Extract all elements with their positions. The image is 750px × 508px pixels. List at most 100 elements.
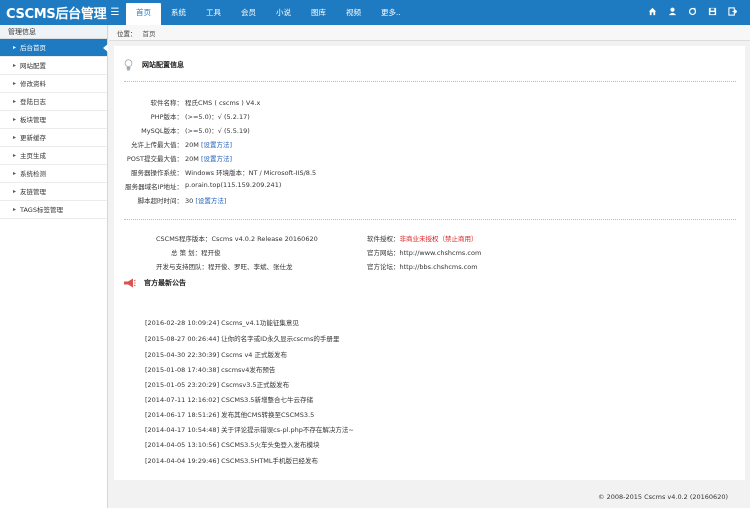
credit-devs: 开发与支持团队：程开俊、罗旺、李斌、张仕龙	[156, 261, 293, 271]
sidebar-item-label: 系统检测	[20, 170, 46, 178]
top-icons	[647, 0, 738, 25]
sidebar-item-label: 网站配置	[20, 62, 46, 70]
info-label: 脚本超时时间：	[137, 197, 184, 205]
chevron-right-icon: ▸	[13, 152, 17, 159]
news-item[interactable]: [2014-04-17 10:54:48] 关于评论提示错误cs-pl.php不…	[145, 424, 354, 434]
main-panel: 网站配置信息 软件名称： 程氏CMS ( cscms ) V4.x PHP版本：…	[114, 46, 745, 480]
sidebar-item-cache[interactable]: ▸ 更新缓存	[0, 129, 107, 147]
news-item[interactable]: [2015-08-27 00:26:44] 让你的名字或ID永久显示cscms的…	[145, 333, 339, 343]
lightbulb-icon	[124, 59, 133, 71]
info-label: MySQL版本：	[141, 127, 183, 135]
nav-home[interactable]: 首页	[126, 3, 161, 25]
exit-icon[interactable]	[727, 7, 738, 18]
chevron-right-icon: ▸	[13, 98, 17, 105]
credit-license: 软件授权：非商业未授权（禁止商用）	[367, 233, 478, 243]
news-item[interactable]: [2015-01-05 23:20:29] Cscmsv3.5正式版发布	[145, 379, 289, 389]
credit-label: 官方论坛：	[367, 263, 400, 271]
info-value-wrap: 20M [设置方法]	[185, 153, 232, 163]
top-nav: 首页 系统 工具 会员 小说 图库 视频 更多..	[126, 0, 411, 25]
sidebar-item-label: 友链管理	[20, 188, 46, 196]
news-item[interactable]: [2015-01-08 17:40:38] cscmsv4发布预告	[145, 364, 275, 374]
sidebar-item-dashboard[interactable]: ▸ 后台首页	[0, 39, 108, 57]
news-item[interactable]: [2014-07-11 12:16:02] CSCMS3.5新增整合七牛云存储	[145, 394, 313, 404]
credit-label: 官方网站：	[367, 249, 400, 257]
sidebar-item-login-log[interactable]: ▸ 登陆日志	[0, 93, 107, 111]
breadcrumb-label: 位置：	[117, 29, 137, 38]
info-row-software: 软件名称： 程氏CMS ( cscms ) V4.x	[114, 97, 514, 109]
chevron-right-icon: ▸	[13, 80, 17, 87]
news-item[interactable]: [2016-02-28 10:09:24] Cscms_v4.1功能征集意见	[145, 317, 299, 327]
info-row-os: 服务器操作系统： Windows 环境版本：NT / Microsoft-IIS…	[114, 167, 514, 179]
credit-value: 程开俊、罗旺、李斌、张仕龙	[208, 263, 293, 271]
license-status: 非商业未授权（禁止商用）	[399, 235, 478, 243]
credit-label: 开发与支持团队：	[156, 263, 208, 271]
sidebar-item-tags[interactable]: ▸ TAGS标签管理	[0, 201, 107, 219]
sidebar-item-label: 主页生成	[20, 152, 46, 160]
nav-system[interactable]: 系统	[161, 0, 196, 25]
info-value-wrap: 20M [设置方法]	[185, 139, 232, 149]
info-label: 软件名称：	[150, 99, 184, 107]
refresh-icon[interactable]	[687, 7, 698, 18]
nav-more[interactable]: 更多..	[371, 0, 411, 25]
footer-copyright: © 2008-2015 Cscms v4.0.2 (20160620)	[598, 493, 728, 501]
sidebar-item-label: 后台首页	[20, 44, 46, 52]
user-icon[interactable]	[667, 7, 678, 18]
settings-help-link[interactable]: [设置方法]	[195, 197, 226, 205]
sidebar-item-system-check[interactable]: ▸ 系统检测	[0, 165, 107, 183]
news-item[interactable]: [2014-04-04 19:29:46] CSCMS3.5HTML手机版已经发…	[145, 455, 318, 465]
home-icon[interactable]	[647, 7, 658, 18]
chevron-right-icon: ▸	[13, 170, 17, 177]
nav-video[interactable]: 视频	[336, 0, 371, 25]
info-value-wrap: 30 [设置方法]	[185, 195, 226, 205]
nav-tools[interactable]: 工具	[196, 0, 231, 25]
credit-label: 软件授权：	[367, 235, 400, 243]
top-bar: CSCMS后台管理 ☰ 首页 系统 工具 会员 小说 图库 视频 更多..	[0, 0, 750, 25]
official-forum-link[interactable]: http://bbs.chshcms.com	[400, 263, 478, 271]
chevron-right-icon: ▸	[13, 116, 17, 123]
sidebar-item-homepage-gen[interactable]: ▸ 主页生成	[0, 147, 107, 165]
news-item[interactable]: [2015-04-30 22:30:39] Cscms v4 正式版发布	[145, 349, 287, 359]
divider	[124, 81, 736, 82]
settings-help-link[interactable]: [设置方法]	[201, 155, 232, 163]
info-row-domain-ip: 服务器域名IP地址： p.orain.top(115.159.209.241)	[114, 181, 514, 193]
info-row-php: PHP版本： (>=5.0)：√ (5.2.17)	[114, 111, 514, 123]
credit-planner: 总 策 划：程开俊	[171, 247, 221, 257]
sidebar-item-links[interactable]: ▸ 友链管理	[0, 183, 107, 201]
sidebar-item-label: 板块管理	[20, 116, 46, 124]
credit-label: CSCMS程序版本：	[156, 235, 212, 243]
info-label: PHP版本：	[150, 113, 183, 121]
sidebar-item-label: TAGS标签管理	[20, 206, 63, 214]
credit-site: 官方网站：http://www.chshcms.com	[367, 247, 481, 257]
site-info-heading: 网站配置信息	[124, 59, 184, 71]
info-value: 30	[185, 197, 194, 205]
news-heading: 官方最新公告	[123, 278, 186, 288]
nav-novels[interactable]: 小说	[266, 0, 301, 25]
info-value: (>=5.0)：√ (5.2.17)	[185, 113, 250, 121]
news-item[interactable]: [2014-06-17 18:51:26] 发布其他CMS转换至CSCMS3.5	[145, 409, 314, 419]
breadcrumb-current[interactable]: 首页	[143, 28, 156, 38]
divider	[124, 219, 736, 220]
info-value: 20M	[185, 155, 199, 163]
info-row-upload-max: 允许上传最大值： 20M [设置方法]	[114, 139, 514, 151]
site-info-title: 网站配置信息	[142, 61, 184, 69]
info-row-timeout: 脚本超时时间： 30 [设置方法]	[114, 195, 514, 207]
nav-members[interactable]: 会员	[231, 0, 266, 25]
info-value: p.orain.top(115.159.209.241)	[185, 181, 282, 189]
official-site-link[interactable]: http://www.chshcms.com	[400, 249, 482, 257]
news-item[interactable]: [2014-04-05 13:10:56] CSCMS3.5火车头免登入发布模块	[145, 439, 319, 449]
app-logo[interactable]: CSCMS后台管理	[0, 3, 107, 22]
settings-help-link[interactable]: [设置方法]	[201, 141, 232, 149]
sidebar-title: 管理信息	[0, 25, 107, 39]
info-label: POST提交最大值：	[126, 155, 183, 163]
credit-forum: 官方论坛：http://bbs.chshcms.com	[367, 261, 478, 271]
megaphone-icon	[124, 278, 136, 288]
info-row-mysql: MySQL版本： (>=5.0)：√ (5.5.19)	[114, 125, 514, 137]
sidebar-item-modules[interactable]: ▸ 板块管理	[0, 111, 107, 129]
sidebar-item-edit-profile[interactable]: ▸ 修改资料	[0, 75, 107, 93]
sidebar-item-site-config[interactable]: ▸ 网站配置	[0, 57, 107, 75]
chevron-right-icon: ▸	[13, 206, 17, 213]
nav-gallery[interactable]: 图库	[301, 0, 336, 25]
menu-icon[interactable]: ☰	[104, 7, 126, 18]
save-icon[interactable]	[707, 7, 718, 18]
info-row-post-max: POST提交最大值： 20M [设置方法]	[114, 153, 514, 165]
